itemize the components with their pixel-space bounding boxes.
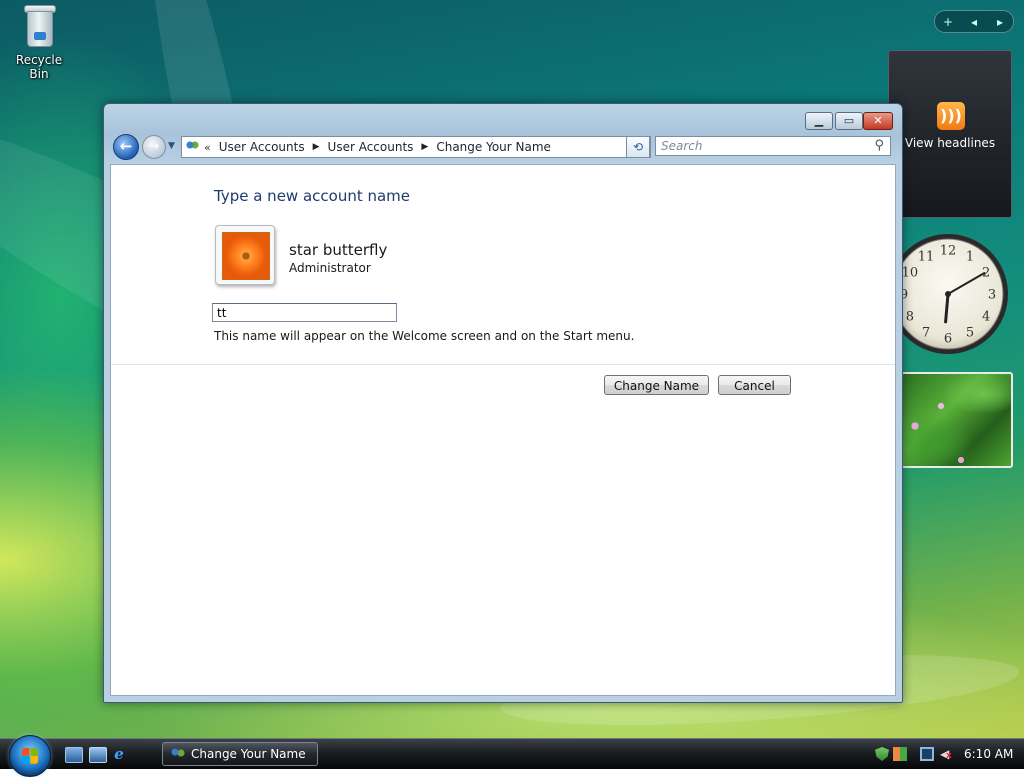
clock-face: 1234567891011 12 [888, 234, 1008, 354]
breadcrumb-separator-icon[interactable]: ▶ [313, 142, 320, 152]
feed-headlines-label: View headlines [904, 136, 996, 150]
sidebar-prev-button[interactable]: ◂ [961, 15, 987, 29]
recycle-bin-icon [22, 3, 56, 47]
user-accounts-icon [171, 747, 185, 761]
back-button[interactable]: ← [113, 134, 139, 160]
internet-explorer-icon[interactable]: e [111, 746, 127, 762]
desktop: Recycle Bin + ◂ ▸ ))) View headlines 12 3… [0, 0, 1024, 777]
volume-muted-icon[interactable]: ◀ [940, 747, 954, 763]
address-overflow-chevron[interactable]: « [204, 141, 211, 154]
close-button[interactable]: ✕ [863, 112, 893, 130]
network-icon[interactable] [920, 747, 934, 761]
clock-numeral: 11 [918, 249, 935, 264]
minimize-button[interactable]: ▁ [805, 112, 833, 130]
rss-icon: ))) [937, 102, 965, 130]
change-name-button[interactable]: Change Name [604, 375, 709, 395]
clock-numeral: 7 [922, 326, 930, 341]
forward-button[interactable]: → [142, 135, 166, 159]
breadcrumb-user-accounts-2[interactable]: User Accounts [328, 140, 414, 154]
cancel-button[interactable]: Cancel [718, 375, 791, 395]
refresh-button[interactable]: ⟲ [626, 136, 650, 158]
clock-numeral: 10 [902, 266, 919, 281]
user-role: Administrator [289, 261, 371, 275]
user-accounts-icon [185, 140, 200, 154]
clock-numeral: 12 [940, 244, 957, 259]
page-title: Type a new account name [214, 187, 411, 205]
taskbar-clock[interactable]: 6:10 AM [964, 739, 1013, 769]
clock-numeral: 4 [982, 310, 990, 325]
recycle-bin-label: Recycle Bin [15, 53, 63, 81]
switch-windows-icon[interactable] [89, 747, 107, 763]
sidebar-next-button[interactable]: ▸ [987, 15, 1013, 29]
user-name: star butterfly [289, 241, 388, 259]
clock-numeral: 8 [906, 310, 914, 325]
windows-update-flag-icon[interactable] [893, 747, 907, 761]
clock-numeral: 5 [966, 326, 974, 341]
clock-numeral: 6 [944, 332, 952, 347]
change-name-window: ▁ ▭ ✕ ← → ▼ « User Accounts ▶ User Accou… [103, 103, 903, 703]
name-hint-text: This name will appear on the Welcome scr… [214, 329, 635, 343]
taskbar-button-change-your-name[interactable]: Change Your Name [162, 742, 318, 766]
breadcrumb-user-accounts[interactable]: User Accounts [219, 140, 305, 154]
flower-picture [222, 232, 270, 280]
clock-numeral: 1 [966, 249, 974, 264]
slideshow-gadget[interactable] [901, 372, 1013, 468]
search-placeholder: Search [661, 139, 703, 153]
new-name-input[interactable] [212, 303, 397, 322]
windows-logo-icon [22, 748, 38, 764]
breadcrumb-change-your-name[interactable]: Change Your Name [436, 140, 551, 154]
breadcrumb-separator-icon[interactable]: ▶ [421, 142, 428, 152]
feed-headlines-gadget[interactable]: ))) View headlines [888, 50, 1012, 218]
recent-pages-dropdown[interactable]: ▼ [168, 141, 175, 151]
add-gadget-button[interactable]: + [935, 15, 961, 29]
sidebar-controls: + ◂ ▸ [934, 10, 1014, 33]
security-shield-icon[interactable] [875, 747, 889, 761]
taskbar-button-label: Change Your Name [191, 747, 306, 761]
maximize-button[interactable]: ▭ [835, 112, 863, 130]
content-pane: Type a new account name star butterfly A… [110, 164, 896, 696]
recycle-bin[interactable]: Recycle Bin [6, 3, 72, 81]
taskbar: e Change Your Name ◀ 6:10 AM [0, 735, 1024, 777]
start-button[interactable] [9, 735, 51, 777]
address-bar[interactable]: « User Accounts ▶ User Accounts ▶ Change… [181, 136, 651, 158]
show-desktop-icon[interactable] [65, 747, 83, 763]
search-input[interactable]: Search ⚲ [655, 136, 891, 156]
search-icon[interactable]: ⚲ [874, 137, 884, 155]
clock-gadget[interactable]: 1 2 3 4 5 6 7 8 9 10 11 12 [888, 232, 1010, 356]
divider [111, 364, 895, 365]
clock-numeral: 3 [988, 288, 996, 303]
user-avatar [215, 225, 275, 285]
